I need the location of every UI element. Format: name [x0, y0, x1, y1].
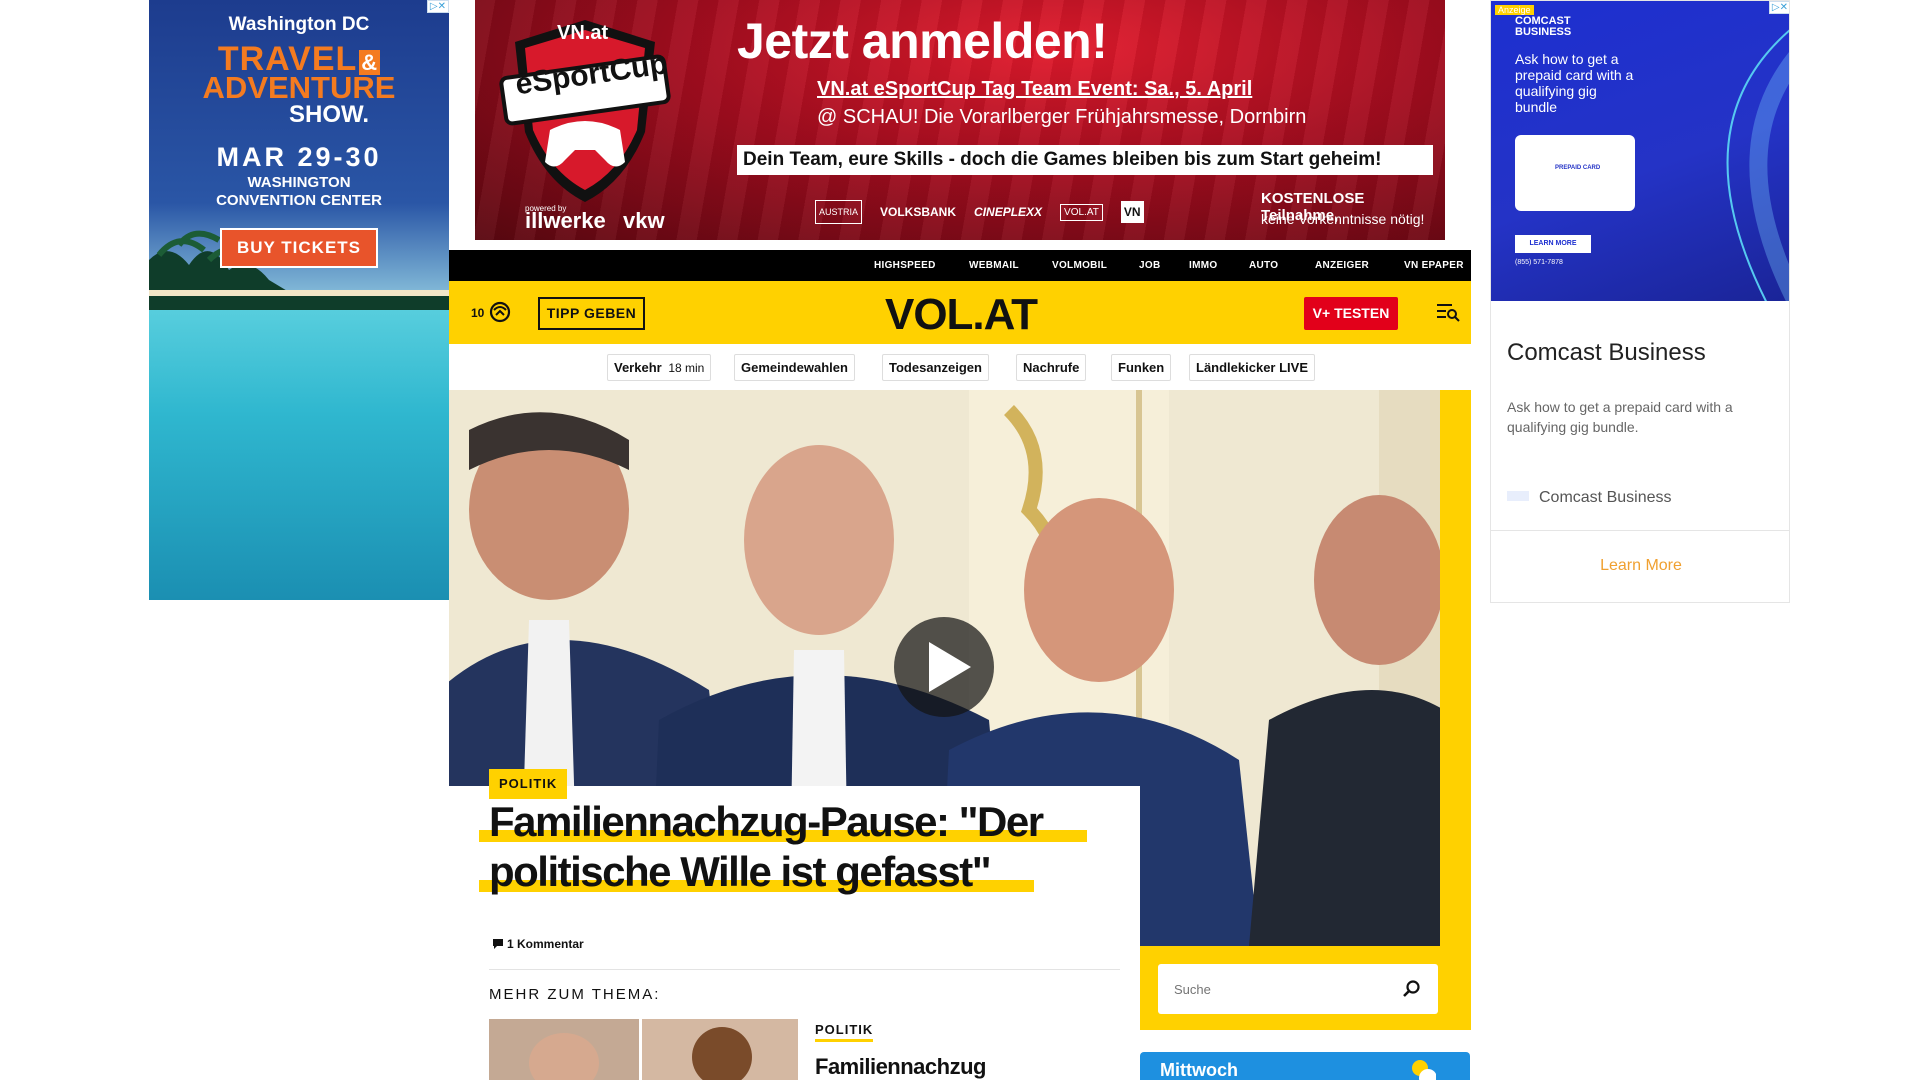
nav-vn-epaper[interactable]: VN EPAPER	[1404, 250, 1464, 281]
topic-bar: Verkehr 18 min Gemeindewahlen Todesanzei…	[449, 344, 1471, 390]
topic-funken[interactable]: Funken	[1111, 354, 1172, 381]
topic-nachrufe[interactable]: Nachrufe	[1016, 354, 1087, 381]
nav-job[interactable]: JOB	[1139, 250, 1160, 281]
article-title-line-2[interactable]: politische Wille ist gefasst"	[489, 848, 992, 896]
temperature-value: 10	[471, 306, 485, 320]
ad-title[interactable]: Comcast Business	[1507, 339, 1706, 367]
vplus-testen-button[interactable]: V+ TESTEN	[1304, 297, 1398, 330]
related-title[interactable]: Familiennachzug	[815, 1054, 986, 1080]
buy-tickets-button[interactable]: BUY TICKETS	[220, 228, 378, 268]
ad-brand-small-2: BUSINESS	[1515, 26, 1572, 38]
search-panel	[1140, 946, 1471, 1030]
weather-card[interactable]: Mittwoch	[1140, 1052, 1470, 1080]
comment-icon	[493, 939, 503, 949]
comment-count[interactable]: 1 Kommentar	[507, 937, 584, 951]
learn-more-small-button[interactable]: LEARN MORE	[1515, 235, 1591, 253]
brand-bar: 10 TIPP GEBEN VOL.AT V+ TESTEN	[449, 281, 1471, 344]
weather-icon[interactable]	[489, 301, 511, 323]
comcast-business-ad[interactable]: Anzeige ▷✕ COMCAST BUSINESS Ask how to g…	[1490, 0, 1790, 603]
weather-day: Mittwoch	[1160, 1060, 1238, 1080]
partner-logo-1: AUSTRIA	[815, 200, 863, 224]
ad-venue-1: WASHINGTON	[247, 174, 351, 191]
banner-brand-top: VN.at	[557, 22, 609, 44]
search-box[interactable]	[1158, 964, 1438, 1014]
topic-gemeindewahlen[interactable]: Gemeindewahlen	[734, 354, 855, 381]
topic-verkehr-extra: 18 min	[668, 361, 705, 375]
banner-line-3: Dein Team, eure Skills - doch die Games …	[737, 145, 1433, 175]
banner-sponsor-1: illwerke	[525, 208, 606, 233]
article-title-line-1[interactable]: Familiennachzug-Pause: "Der	[489, 798, 1044, 846]
ad-badge: Anzeige	[1495, 5, 1534, 15]
adchoices-icon-right[interactable]: ▷✕	[1768, 1, 1789, 14]
related-thumbnail-1[interactable]	[489, 1019, 639, 1080]
banner-headline: Jetzt anmelden!	[737, 13, 1108, 69]
advertiser-logo-icon	[1507, 491, 1529, 501]
article-category-badge[interactable]: POLITIK	[489, 769, 568, 799]
ad-phone: (855) 571-7878	[1515, 259, 1563, 266]
nav-anzeiger[interactable]: ANZEIGER	[1315, 250, 1369, 281]
top-service-nav: HIGHSPEED WEBMAIL VOLMOBIL JOB IMMO AUTO…	[449, 250, 1471, 281]
tipp-geben-button[interactable]: TIPP GEBEN	[538, 297, 645, 330]
banner-free-2: keine Vorkenntnisse nötig!	[1261, 211, 1425, 227]
nav-immo[interactable]: IMMO	[1189, 250, 1217, 281]
partner-logo-3: CINEPLEXX	[974, 205, 1043, 219]
esportcup-banner-ad[interactable]: VN.at eSportCup powered by illwerke vkw …	[475, 0, 1445, 240]
ad-arc-graphic	[1726, 29, 1789, 301]
topic-todesanzeigen[interactable]: Todesanzeigen	[882, 354, 989, 381]
prepaid-card-image: PREPAID CARD	[1515, 135, 1635, 211]
ad-divider	[1491, 530, 1789, 531]
left-skyscraper-ad[interactable]: ▷✕ Washington DC TRAVEL & ADVENTURE SHOW.…	[149, 0, 449, 600]
nav-auto[interactable]: AUTO	[1249, 250, 1278, 281]
search-icon[interactable]	[1402, 979, 1422, 999]
partner-logo-5: VN	[1120, 201, 1144, 223]
ad-line-1: Washington DC	[228, 14, 370, 35]
topic-verkehr[interactable]: Verkehr 18 min	[607, 354, 712, 381]
ad-creative[interactable]: Anzeige ▷✕ COMCAST BUSINESS Ask how to g…	[1491, 1, 1789, 301]
topic-verkehr-label: Verkehr	[614, 360, 662, 375]
ad-line-4: SHOW.	[288, 101, 369, 128]
partner-logo-2: VOLKSBANK	[880, 205, 957, 219]
vol-at-logo[interactable]: VOL.AT	[876, 290, 1046, 340]
more-on-topic-heading: MEHR ZUM THEMA:	[489, 986, 661, 1003]
ad-pitch: Ask how to get a prepaid card with a qua…	[1515, 51, 1634, 115]
related-thumbnail-2[interactable]	[642, 1019, 798, 1080]
sun-cloud-icon	[1412, 1060, 1436, 1080]
menu-search-icon[interactable]	[1436, 302, 1460, 322]
ad-sea	[149, 290, 449, 600]
banner-sponsor-2: vkw	[623, 208, 665, 233]
ad-advertiser: Comcast Business	[1539, 489, 1672, 506]
topic-laendlekicker-live[interactable]: Ländlekicker LIVE	[1189, 354, 1315, 381]
ad-dates: MAR 29-30	[216, 142, 382, 172]
banner-line-1: VN.at eSportCup Tag Team Event: Sa., 5. …	[817, 78, 1253, 100]
search-input[interactable]	[1158, 964, 1388, 1014]
nav-webmail[interactable]: WEBMAIL	[969, 250, 1019, 281]
banner-line-2: @ SCHAU! Die Vorarlberger Frühjahrsmesse…	[817, 106, 1307, 128]
related-category[interactable]: POLITIK	[815, 1022, 874, 1042]
nav-volmobil[interactable]: VOLMOBIL	[1052, 250, 1107, 281]
banner-partner-logos: AUSTRIA VOLKSBANK CINEPLEXX VOL.AT VN	[815, 196, 1255, 228]
card-label: PREPAID CARD	[1555, 165, 1601, 171]
right-yellow-stripe	[1440, 390, 1471, 1030]
learn-more-link[interactable]: Learn More	[1491, 557, 1789, 575]
nav-highspeed[interactable]: HIGHSPEED	[874, 250, 936, 281]
ad-venue-2: CONVENTION CENTER	[216, 192, 382, 209]
divider	[489, 969, 1120, 970]
adchoices-icon[interactable]: ▷✕	[426, 0, 449, 13]
ad-body: Ask how to get a prepaid card with a qua…	[1507, 399, 1733, 435]
lead-article[interactable]: POLITIK Familiennachzug-Pause: "Der poli…	[449, 769, 1140, 1080]
partner-logo-4: VOL.AT	[1060, 203, 1103, 221]
